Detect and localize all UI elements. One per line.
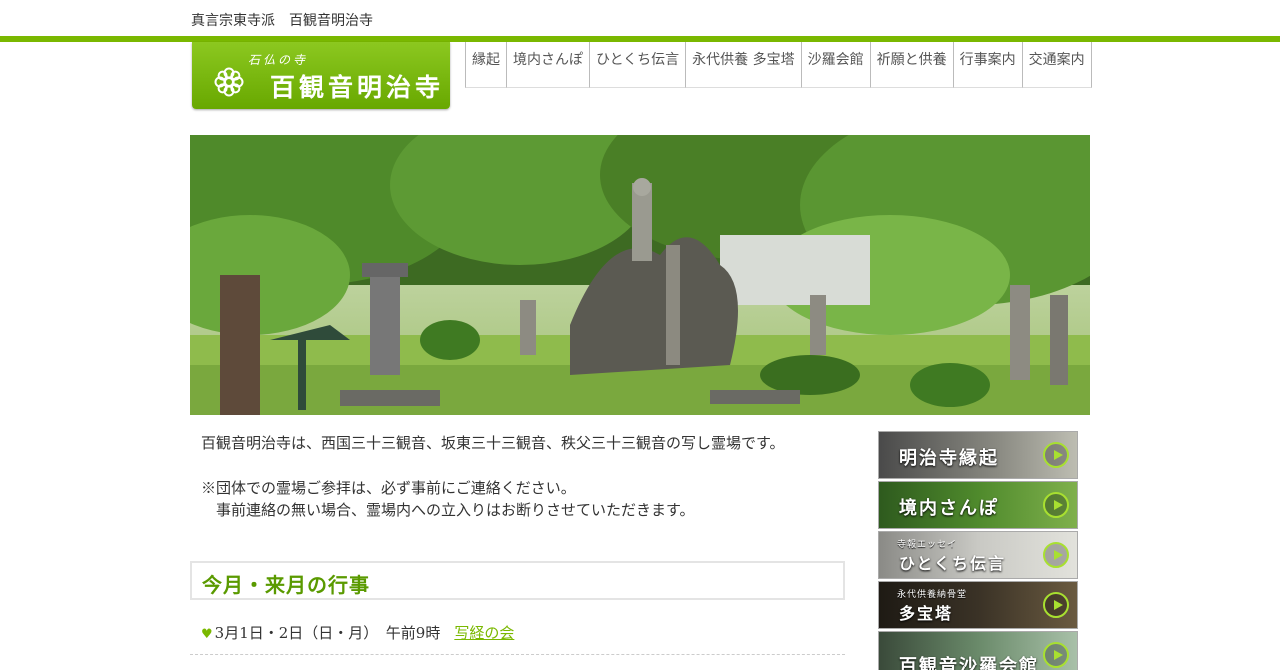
event-item: ♥ 3月1日・2日（日・月） 午前9時 写経の会 <box>201 622 845 643</box>
main-nav: 縁起 境内さんぽ ひとくち伝言 永代供養 多宝塔 沙羅会館 祈願と供養 行事案内… <box>465 42 1092 88</box>
intro-line-1: 百観音明治寺は、西国三十三観音、坂東三十三観音、秩父三十三観音の写し霊場です。 <box>201 434 785 452</box>
nav-item-engi[interactable]: 縁起 <box>465 42 507 88</box>
banner-meijiji-engi[interactable]: 明治寺縁起 <box>878 431 1078 479</box>
intro-line-3: 事前連絡の無い場合、霊場内への立入りはお断りさせていただきます。 <box>201 501 695 519</box>
play-icon <box>1043 492 1069 518</box>
banner-label: 百観音沙羅会館 <box>899 656 1039 670</box>
nav-item-keidai-sanpo[interactable]: 境内さんぽ <box>506 42 590 88</box>
events-section-title: 今月・来月の行事 <box>190 561 845 600</box>
banner-label: 明治寺縁起 <box>899 448 999 469</box>
nav-item-kotsu-annai[interactable]: 交通案内 <box>1021 42 1092 88</box>
play-icon <box>1043 592 1069 618</box>
play-icon <box>1043 642 1069 668</box>
site-tagline: 真言宗東寺派 百観音明治寺 <box>191 13 373 29</box>
flower-crest-icon <box>214 67 244 97</box>
intro-text: 百観音明治寺は、西国三十三観音、坂東三十三観音、秩父三十三観音の写し霊場です。 … <box>201 432 785 521</box>
banner-hitokuchi-dengon[interactable]: 寺報エッセイ ひとくち伝言 <box>878 531 1078 579</box>
site-logo[interactable]: 石仏の寺 百観音明治寺 <box>192 42 450 109</box>
banner-sub-label: 永代供養納骨堂 <box>897 590 968 600</box>
nav-item-kigan-kuyo[interactable]: 祈願と供養 <box>869 42 954 88</box>
banner-keidai-sanpo[interactable]: 境内さんぽ <box>878 481 1078 529</box>
play-icon <box>1043 442 1069 468</box>
heart-icon: ♥ <box>201 627 213 642</box>
banner-label: 境内さんぽ <box>899 498 999 519</box>
play-icon <box>1043 542 1069 568</box>
logo-title: 百観音明治寺 <box>270 73 445 102</box>
nav-item-gyoji-annai[interactable]: 行事案内 <box>952 42 1023 88</box>
banner-sub-label: 寺報エッセイ <box>897 540 958 550</box>
hero-photo <box>190 135 1090 415</box>
banner-sara-kaikan[interactable]: 百観音沙羅会館 <box>878 631 1078 670</box>
nav-item-hitokuchi-dengon[interactable]: ひとくち伝言 <box>589 42 687 88</box>
logo-subtitle: 石仏の寺 <box>248 53 309 67</box>
nav-item-sara-kaikan[interactable]: 沙羅会館 <box>800 42 871 88</box>
event-divider <box>190 654 845 655</box>
intro-line-2: ※団体での霊場ご参拝は、必ず事前にご連絡ください。 <box>201 479 576 497</box>
event-link[interactable]: 写経の会 <box>454 624 514 642</box>
sidebar-banners: 明治寺縁起 境内さんぽ 寺報エッセイ ひとくち伝言 永代供養納骨堂 多宝塔 百観… <box>878 431 1078 670</box>
event-date: 3月1日・2日（日・月） 午前9時 <box>214 624 441 642</box>
banner-tahoto[interactable]: 永代供養納骨堂 多宝塔 <box>878 581 1078 629</box>
banner-label: ひとくち伝言 <box>899 554 1007 573</box>
garden-scene-image <box>190 135 1090 415</box>
nav-item-tahoto[interactable]: 永代供養 多宝塔 <box>685 42 802 88</box>
banner-label: 多宝塔 <box>899 604 954 623</box>
